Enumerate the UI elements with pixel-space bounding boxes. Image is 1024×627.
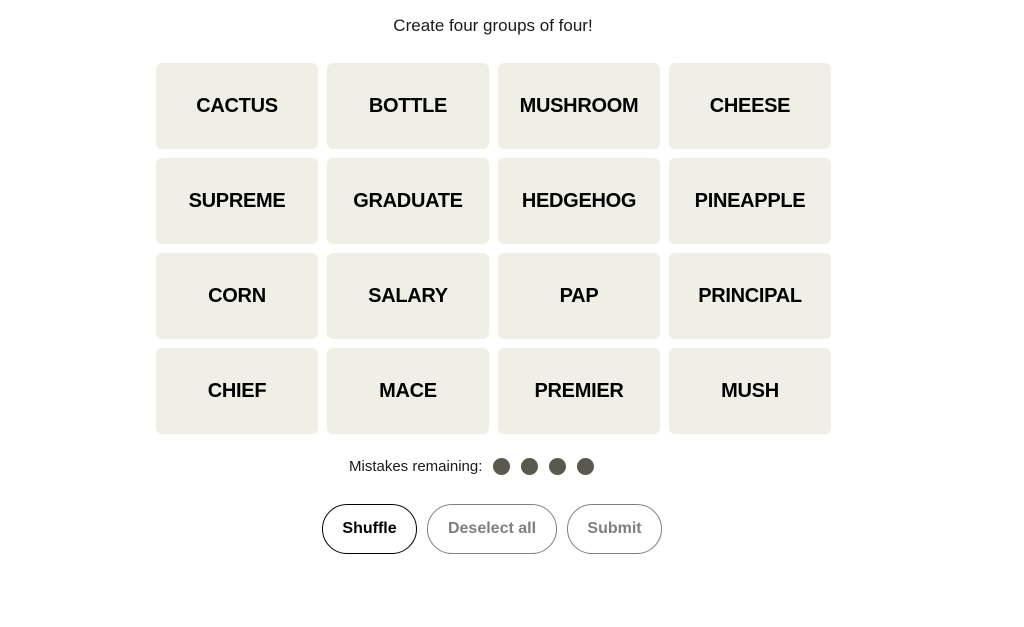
word-tile[interactable]: MACE [327,348,489,434]
word-tile[interactable]: PRINCIPAL [669,253,831,339]
word-tile[interactable]: BOTTLE [327,63,489,149]
word-grid: CACTUS BOTTLE MUSHROOM CHEESE SUPREME GR… [156,63,831,434]
mistake-dot-icon [493,458,511,475]
shuffle-button[interactable]: Shuffle [322,504,417,554]
word-tile[interactable]: GRADUATE [327,158,489,244]
action-buttons: Shuffle Deselect all Submit [322,504,662,554]
mistake-dot-icon [549,458,567,475]
word-tile[interactable]: CACTUS [156,63,318,149]
word-tile[interactable]: HEDGEHOG [498,158,660,244]
word-tile[interactable]: PREMIER [498,348,660,434]
deselect-all-button[interactable]: Deselect all [427,504,557,554]
mistakes-remaining: Mistakes remaining: [349,458,605,475]
mistake-dot-icon [577,458,595,475]
game-instructions: Create four groups of four! [393,16,593,35]
word-tile[interactable]: CORN [156,253,318,339]
word-tile[interactable]: PINEAPPLE [669,158,831,244]
mistake-dots [493,458,605,475]
word-tile[interactable]: SALARY [327,253,489,339]
word-tile[interactable]: CHEESE [669,63,831,149]
word-tile[interactable]: SUPREME [156,158,318,244]
word-tile[interactable]: MUSHROOM [498,63,660,149]
word-tile[interactable]: PAP [498,253,660,339]
submit-button[interactable]: Submit [567,504,662,554]
word-tile[interactable]: MUSH [669,348,831,434]
word-tile[interactable]: CHIEF [156,348,318,434]
mistake-dot-icon [521,458,539,475]
mistakes-label: Mistakes remaining: [349,458,483,475]
